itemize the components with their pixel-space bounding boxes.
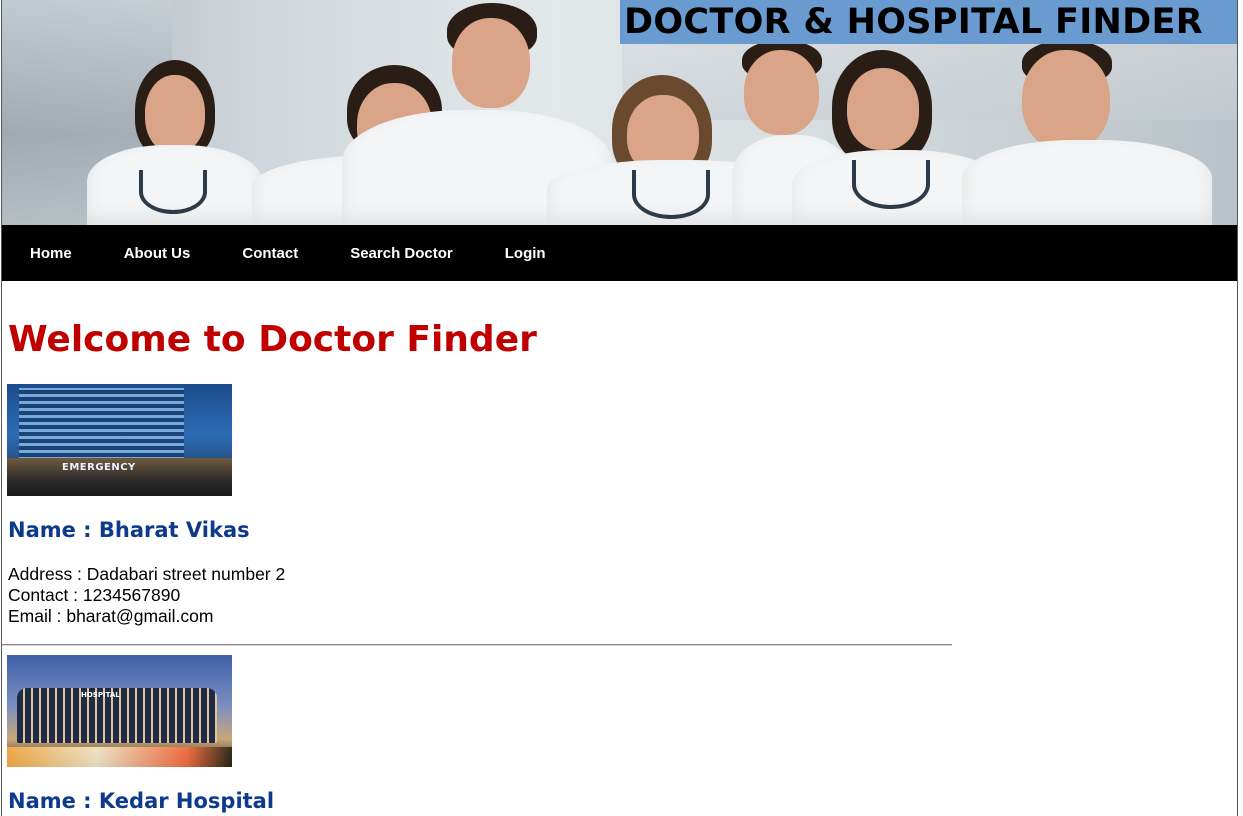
nav-home[interactable]: Home bbox=[30, 245, 72, 262]
nav-login[interactable]: Login bbox=[505, 245, 546, 262]
header-banner: DOCTOR & HOSPITAL FINDER bbox=[2, 0, 1237, 225]
hospital-image-sign: EMERGENCY bbox=[62, 462, 136, 473]
hospital-name: Name : Kedar Hospital bbox=[8, 789, 275, 813]
banner-doctor-7 bbox=[962, 40, 1212, 225]
hospital-address: Address : Dadabari street number 2 bbox=[8, 564, 286, 584]
hospital-details: Address : Dadabari street number 2 Conta… bbox=[8, 564, 285, 627]
nav-about-us[interactable]: About Us bbox=[124, 245, 191, 262]
page-frame: DOCTOR & HOSPITAL FINDER Home About Us C… bbox=[1, 0, 1238, 816]
nav-contact[interactable]: Contact bbox=[242, 245, 298, 262]
hospital-name: Name : Bharat Vikas bbox=[8, 518, 250, 542]
hospital-email: Email : bharat@gmail.com bbox=[8, 606, 214, 626]
hospital-image[interactable]: HOSPITAL bbox=[7, 655, 232, 767]
site-title: DOCTOR & HOSPITAL FINDER bbox=[620, 0, 1237, 44]
hospital-contact: Contact : 1234567890 bbox=[8, 585, 181, 605]
main-nav: Home About Us Contact Search Doctor Logi… bbox=[2, 225, 1237, 281]
hospital-image-sign: HOSPITAL bbox=[81, 691, 120, 699]
hospital-divider bbox=[2, 644, 952, 646]
hospital-image[interactable]: EMERGENCY bbox=[7, 384, 232, 496]
nav-search-doctor[interactable]: Search Doctor bbox=[350, 245, 453, 262]
banner-doctor-1 bbox=[77, 60, 267, 225]
page-title: Welcome to Doctor Finder bbox=[8, 319, 537, 360]
